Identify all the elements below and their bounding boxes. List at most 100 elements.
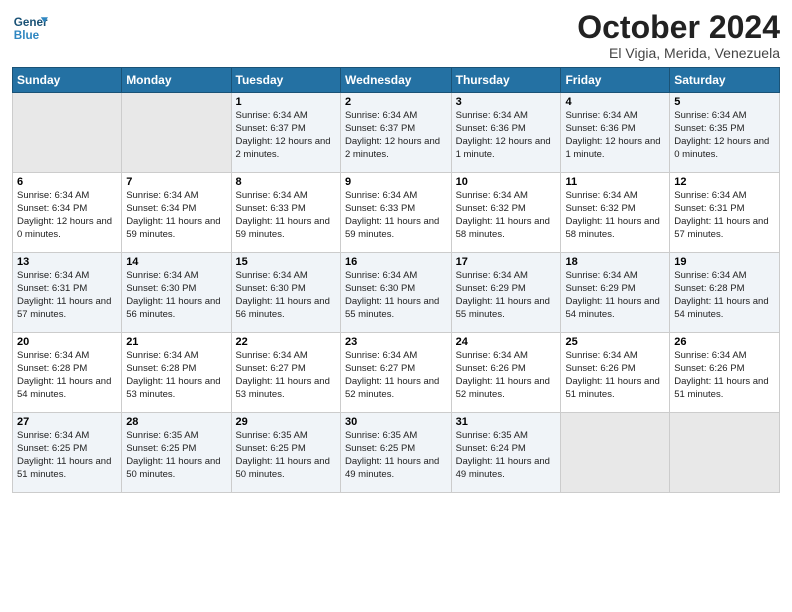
calendar-cell: 18 Sunrise: 6:34 AM Sunset: 6:29 PM Dayli… (561, 253, 670, 333)
day-number: 31 (456, 416, 557, 428)
col-header-sunday: Sunday (13, 68, 122, 93)
day-number: 12 (674, 176, 775, 188)
calendar-cell: 4Sunrise: 6:34 AM Sunset: 6:36 PM Daylig… (561, 93, 670, 173)
location: El Vigia, Merida, Venezuela (577, 45, 780, 61)
cell-info: Sunrise: 6:34 AM Sunset: 6:30 PM Dayligh… (126, 270, 226, 321)
cell-info: Sunrise: 6:34 AM Sunset: 6:36 PM Dayligh… (565, 110, 665, 161)
day-number: 9 (345, 176, 447, 188)
calendar-cell (13, 93, 122, 173)
day-number: 7 (126, 176, 226, 188)
calendar-cell: 7Sunrise: 6:34 AM Sunset: 6:34 PM Daylig… (122, 173, 231, 253)
calendar-cell: 1Sunrise: 6:34 AM Sunset: 6:37 PM Daylig… (231, 93, 340, 173)
day-number: 21 (126, 336, 226, 348)
calendar-cell: 30 Sunrise: 6:35 AM Sunset: 6:25 PM Dayli… (340, 413, 451, 493)
calendar-cell: 22Sunrise: 6:34 AM Sunset: 6:27 PM Dayli… (231, 333, 340, 413)
day-number: 29 (236, 416, 336, 428)
day-number: 16 (345, 256, 447, 268)
calendar-cell: 2 Sunrise: 6:34 AM Sunset: 6:37 PM Daylig… (340, 93, 451, 173)
day-number: 22 (236, 336, 336, 348)
cell-info: Sunrise: 6:34 AM Sunset: 6:32 PM Dayligh… (565, 190, 665, 241)
cell-info: Sunrise: 6:34 AM Sunset: 6:37 PM Dayligh… (345, 110, 447, 161)
week-row-4: 20 Sunrise: 6:34 AM Sunset: 6:28 PM Dayli… (13, 333, 780, 413)
cell-info: Sunrise: 6:34 AM Sunset: 6:30 PM Dayligh… (345, 270, 447, 321)
svg-text:Blue: Blue (14, 29, 40, 42)
calendar-table: SundayMondayTuesdayWednesdayThursdayFrid… (12, 67, 780, 493)
day-number: 25 (565, 336, 665, 348)
calendar-cell: 29 Sunrise: 6:35 AM Sunset: 6:25 PM Dayli… (231, 413, 340, 493)
calendar-cell (561, 413, 670, 493)
day-number: 19 (674, 256, 775, 268)
calendar-cell: 14 Sunrise: 6:34 AM Sunset: 6:30 PM Dayli… (122, 253, 231, 333)
cell-info: Sunrise: 6:34 AM Sunset: 6:32 PM Dayligh… (456, 190, 557, 241)
cell-info: Sunrise: 6:35 AM Sunset: 6:24 PM Dayligh… (456, 430, 557, 481)
month-title: October 2024 (577, 10, 780, 45)
day-number: 2 (345, 96, 447, 108)
col-header-tuesday: Tuesday (231, 68, 340, 93)
cell-info: Sunrise: 6:34 AM Sunset: 6:28 PM Dayligh… (17, 350, 117, 401)
cell-info: Sunrise: 6:34 AM Sunset: 6:36 PM Dayligh… (456, 110, 557, 161)
day-number: 28 (126, 416, 226, 428)
calendar-cell: 23 Sunrise: 6:34 AM Sunset: 6:27 PM Dayli… (340, 333, 451, 413)
calendar-cell: 3 Sunrise: 6:34 AM Sunset: 6:36 PM Daylig… (451, 93, 561, 173)
calendar-cell: 31 Sunrise: 6:35 AM Sunset: 6:24 PM Dayli… (451, 413, 561, 493)
cell-info: Sunrise: 6:34 AM Sunset: 6:33 PM Dayligh… (236, 190, 336, 241)
col-header-saturday: Saturday (670, 68, 780, 93)
calendar-cell: 28 Sunrise: 6:35 AM Sunset: 6:25 PM Dayli… (122, 413, 231, 493)
logo-icon: General Blue (12, 10, 48, 46)
day-number: 13 (17, 256, 117, 268)
week-row-2: 6 Sunrise: 6:34 AM Sunset: 6:34 PM Daylig… (13, 173, 780, 253)
day-number: 11 (565, 176, 665, 188)
calendar-cell: 13Sunrise: 6:34 AM Sunset: 6:31 PM Dayli… (13, 253, 122, 333)
calendar-cell: 11 Sunrise: 6:34 AM Sunset: 6:32 PM Dayli… (561, 173, 670, 253)
calendar-cell: 5 Sunrise: 6:34 AM Sunset: 6:35 PM Daylig… (670, 93, 780, 173)
day-number: 26 (674, 336, 775, 348)
day-number: 6 (17, 176, 117, 188)
day-number: 27 (17, 416, 117, 428)
day-number: 5 (674, 96, 775, 108)
day-number: 17 (456, 256, 557, 268)
day-number: 15 (236, 256, 336, 268)
calendar-cell: 24Sunrise: 6:34 AM Sunset: 6:26 PM Dayli… (451, 333, 561, 413)
cell-info: Sunrise: 6:34 AM Sunset: 6:29 PM Dayligh… (456, 270, 557, 321)
header: General Blue October 2024 El Vigia, Meri… (12, 10, 780, 61)
day-number: 3 (456, 96, 557, 108)
week-row-3: 13Sunrise: 6:34 AM Sunset: 6:31 PM Dayli… (13, 253, 780, 333)
day-number: 10 (456, 176, 557, 188)
calendar-cell: 9Sunrise: 6:34 AM Sunset: 6:33 PM Daylig… (340, 173, 451, 253)
day-number: 14 (126, 256, 226, 268)
day-number: 8 (236, 176, 336, 188)
calendar-cell: 20 Sunrise: 6:34 AM Sunset: 6:28 PM Dayli… (13, 333, 122, 413)
cell-info: Sunrise: 6:35 AM Sunset: 6:25 PM Dayligh… (236, 430, 336, 481)
calendar-cell (670, 413, 780, 493)
calendar-cell: 25 Sunrise: 6:34 AM Sunset: 6:26 PM Dayli… (561, 333, 670, 413)
calendar-cell: 12Sunrise: 6:34 AM Sunset: 6:31 PM Dayli… (670, 173, 780, 253)
cell-info: Sunrise: 6:34 AM Sunset: 6:34 PM Dayligh… (17, 190, 117, 241)
cell-info: Sunrise: 6:34 AM Sunset: 6:37 PM Dayligh… (236, 110, 336, 161)
title-block: October 2024 El Vigia, Merida, Venezuela (577, 10, 780, 61)
cell-info: Sunrise: 6:35 AM Sunset: 6:25 PM Dayligh… (126, 430, 226, 481)
col-header-monday: Monday (122, 68, 231, 93)
cell-info: Sunrise: 6:34 AM Sunset: 6:28 PM Dayligh… (126, 350, 226, 401)
calendar-cell (122, 93, 231, 173)
cell-info: Sunrise: 6:34 AM Sunset: 6:27 PM Dayligh… (345, 350, 447, 401)
calendar-cell: 27Sunrise: 6:34 AM Sunset: 6:25 PM Dayli… (13, 413, 122, 493)
col-header-wednesday: Wednesday (340, 68, 451, 93)
day-number: 23 (345, 336, 447, 348)
col-header-friday: Friday (561, 68, 670, 93)
calendar-cell: 19Sunrise: 6:34 AM Sunset: 6:28 PM Dayli… (670, 253, 780, 333)
calendar-cell: 21 Sunrise: 6:34 AM Sunset: 6:28 PM Dayli… (122, 333, 231, 413)
week-row-1: 1Sunrise: 6:34 AM Sunset: 6:37 PM Daylig… (13, 93, 780, 173)
cell-info: Sunrise: 6:34 AM Sunset: 6:35 PM Dayligh… (674, 110, 775, 161)
day-number: 20 (17, 336, 117, 348)
cell-info: Sunrise: 6:34 AM Sunset: 6:26 PM Dayligh… (565, 350, 665, 401)
cell-info: Sunrise: 6:35 AM Sunset: 6:25 PM Dayligh… (345, 430, 447, 481)
day-number: 18 (565, 256, 665, 268)
calendar-cell: 8 Sunrise: 6:34 AM Sunset: 6:33 PM Daylig… (231, 173, 340, 253)
day-number: 30 (345, 416, 447, 428)
header-row: SundayMondayTuesdayWednesdayThursdayFrid… (13, 68, 780, 93)
cell-info: Sunrise: 6:34 AM Sunset: 6:29 PM Dayligh… (565, 270, 665, 321)
logo: General Blue (12, 10, 48, 46)
main-container: General Blue October 2024 El Vigia, Meri… (0, 0, 792, 501)
cell-info: Sunrise: 6:34 AM Sunset: 6:26 PM Dayligh… (674, 350, 775, 401)
day-number: 24 (456, 336, 557, 348)
